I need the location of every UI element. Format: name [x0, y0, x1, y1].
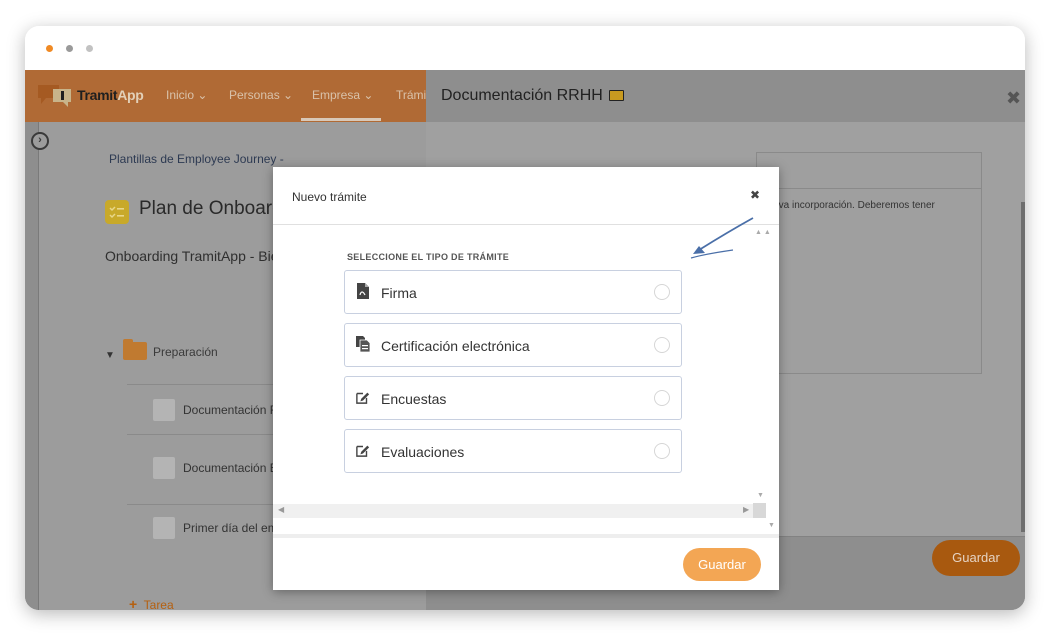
pdf-document-icon	[357, 283, 369, 299]
option-firma[interactable]: Firma	[344, 270, 682, 314]
page-subtitle: Onboarding TramitApp - Bier	[105, 248, 284, 264]
checklist-icon	[105, 200, 129, 224]
nav-item-empresa[interactable]: Empresa ⌄	[312, 88, 373, 102]
app-area: TramitApp Inicio ⌄ Personas ⌄ Empresa ⌄ …	[25, 70, 1025, 610]
close-icon[interactable]: ✖	[750, 188, 760, 202]
select-type-label: SELECCIONE EL TIPO DE TRÁMITE	[347, 252, 510, 262]
side-panel-header: Documentación RRHH ✖	[426, 70, 1025, 122]
chevron-down-icon[interactable]: ▼	[105, 350, 115, 361]
nav-active-underline	[301, 118, 381, 121]
sidebar-rail	[25, 122, 39, 610]
folder-icon	[608, 90, 624, 101]
certificate-documents-icon	[356, 336, 370, 352]
option-evaluaciones[interactable]: Evaluaciones	[344, 429, 682, 473]
option-label: Encuestas	[381, 391, 447, 407]
scroll-left-icon[interactable]: ◀	[278, 505, 284, 514]
add-task-button[interactable]: + Tarea	[129, 596, 174, 610]
task-label: Primer día del em	[183, 521, 278, 535]
option-label: Firma	[381, 285, 417, 301]
description-text: nueva incorporación. Deberemos tener	[762, 200, 935, 211]
speech-bubble-logo-icon	[38, 85, 71, 107]
section-label[interactable]: Preparación	[153, 345, 218, 359]
horizontal-scrollbar[interactable]	[273, 504, 766, 518]
nav-item-tramites[interactable]: Trámit	[396, 88, 430, 102]
description-card	[756, 152, 982, 374]
chevron-down-icon: ⌄	[197, 88, 208, 102]
breadcrumb[interactable]: Plantillas de Employee Journey -	[109, 152, 284, 166]
annotation-arrow-icon	[690, 217, 754, 259]
option-radio[interactable]	[654, 284, 670, 300]
window-dot-gray	[66, 45, 73, 52]
window-dot-orange	[46, 45, 53, 52]
chevron-right-icon[interactable]: ›	[31, 132, 49, 150]
edit-evaluation-icon	[356, 445, 370, 457]
scroll-right-icon[interactable]: ▶	[743, 505, 749, 514]
option-certificacion[interactable]: Certificación electrónica	[344, 323, 682, 367]
chevron-down-icon: ⌄	[363, 88, 374, 102]
task-checkbox[interactable]	[153, 517, 175, 539]
option-encuestas[interactable]: Encuestas	[344, 376, 682, 420]
nav-item-inicio[interactable]: Inicio ⌄	[166, 88, 207, 102]
top-navigation: TramitApp Inicio ⌄ Personas ⌄ Empresa ⌄ …	[25, 70, 430, 122]
window-chrome	[25, 26, 1025, 70]
scrollbar[interactable]	[1021, 202, 1025, 532]
option-label: Certificación electrónica	[381, 338, 530, 354]
modal-divider	[273, 534, 779, 538]
side-panel-title: Documentación RRHH	[441, 87, 624, 105]
option-radio[interactable]	[654, 390, 670, 406]
option-label: Evaluaciones	[381, 444, 465, 460]
save-button[interactable]: Guardar	[932, 540, 1020, 576]
modal-save-button[interactable]: Guardar	[683, 548, 761, 581]
modal-title: Nuevo trámite	[292, 190, 367, 204]
scroll-down-icon[interactable]: ▼	[768, 522, 775, 529]
chevron-down-icon: ⌄	[283, 88, 294, 102]
task-label: Documentación E	[183, 461, 278, 475]
folder-icon	[123, 339, 147, 360]
option-radio[interactable]	[654, 337, 670, 353]
window-dot-light	[86, 45, 93, 52]
scroll-down-icon[interactable]: ▼	[757, 492, 764, 499]
page-title: Plan de Onboardi	[139, 198, 287, 219]
edit-survey-icon	[356, 392, 370, 404]
task-checkbox[interactable]	[153, 457, 175, 479]
task-label: Documentación R	[183, 403, 279, 417]
plus-icon: +	[129, 596, 138, 610]
option-radio[interactable]	[654, 443, 670, 459]
logo-text: TramitApp	[77, 87, 144, 103]
logo[interactable]: TramitApp	[37, 82, 144, 108]
close-icon[interactable]: ✖	[1006, 88, 1021, 109]
nav-item-personas[interactable]: Personas ⌄	[229, 88, 293, 102]
description-card-header	[757, 153, 981, 189]
task-checkbox[interactable]	[153, 399, 175, 421]
scrollbar-corner	[753, 503, 766, 518]
browser-window: TramitApp Inicio ⌄ Personas ⌄ Empresa ⌄ …	[25, 26, 1025, 610]
